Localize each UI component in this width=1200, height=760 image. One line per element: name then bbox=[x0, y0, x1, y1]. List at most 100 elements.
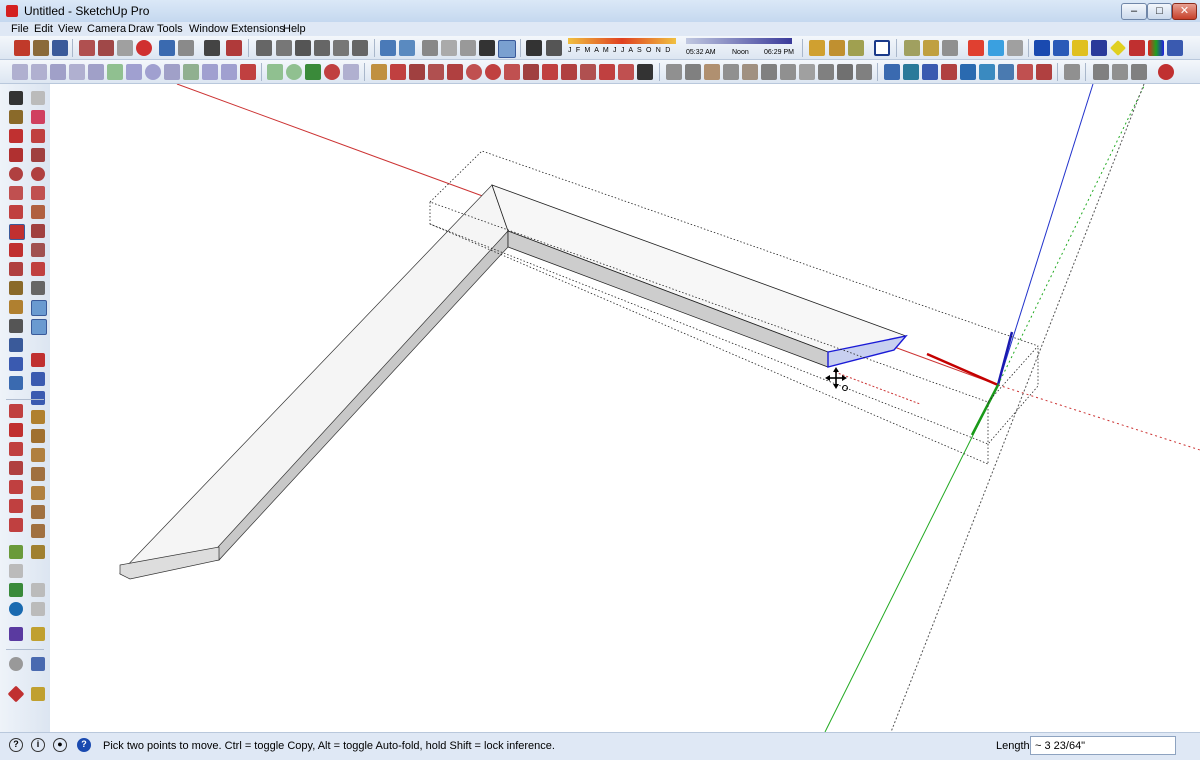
orbit-icon[interactable] bbox=[9, 338, 23, 352]
extension-icon-4[interactable] bbox=[1091, 40, 1107, 56]
circle-tool-icon[interactable] bbox=[9, 167, 23, 181]
menu-extensions[interactable]: Extensions bbox=[231, 22, 285, 36]
shadow-time-slider[interactable] bbox=[686, 38, 792, 44]
arc-icon[interactable] bbox=[107, 64, 123, 80]
pie-icon[interactable] bbox=[31, 205, 45, 219]
xray-icon[interactable] bbox=[380, 40, 396, 56]
iso-view-icon[interactable] bbox=[256, 40, 272, 56]
paint-bucket-icon[interactable] bbox=[9, 110, 23, 124]
rotated-rectangle-icon[interactable] bbox=[31, 148, 45, 162]
sandbox-scratch-icon[interactable] bbox=[31, 545, 45, 559]
component-icon[interactable] bbox=[809, 40, 825, 56]
hidden-line-icon[interactable] bbox=[441, 40, 457, 56]
save-icon[interactable] bbox=[52, 40, 68, 56]
fredo-tool-4-icon[interactable] bbox=[428, 64, 444, 80]
match-photo-icon[interactable] bbox=[31, 524, 45, 538]
group-icon[interactable] bbox=[829, 40, 845, 56]
edge-tool-4-icon[interactable] bbox=[723, 64, 739, 80]
sketchup-app-icon[interactable] bbox=[6, 5, 18, 17]
geo-location-icon[interactable]: ? bbox=[9, 738, 23, 752]
arc-3-icon[interactable] bbox=[202, 64, 218, 80]
smoove-icon[interactable] bbox=[9, 564, 23, 578]
ruby-console-icon[interactable] bbox=[7, 685, 25, 703]
section-plane-icon[interactable] bbox=[31, 410, 45, 424]
fredo-tool-3-icon[interactable] bbox=[409, 64, 425, 80]
menu-edit[interactable]: Edit bbox=[34, 22, 53, 36]
fredo-tool-12-icon[interactable] bbox=[580, 64, 596, 80]
minimize-button[interactable]: – bbox=[1121, 3, 1147, 20]
extension-icon-3[interactable] bbox=[1072, 40, 1088, 56]
fredo-tool-1-icon[interactable] bbox=[371, 64, 387, 80]
tape-measure-icon[interactable] bbox=[9, 281, 23, 295]
pan-icon[interactable] bbox=[9, 357, 23, 371]
layout-icon[interactable] bbox=[874, 40, 890, 56]
move-tool-7-icon[interactable] bbox=[998, 64, 1014, 80]
eraser-icon[interactable] bbox=[31, 110, 45, 124]
section-display-icon[interactable] bbox=[31, 448, 45, 462]
position-camera-icon[interactable] bbox=[9, 442, 23, 456]
fog-icon[interactable] bbox=[546, 40, 562, 56]
sandbox-contours-icon[interactable] bbox=[9, 545, 23, 559]
settings-gear-icon[interactable] bbox=[9, 657, 23, 671]
menu-camera[interactable]: Camera bbox=[87, 22, 126, 36]
component-select-icon[interactable] bbox=[31, 91, 45, 105]
monochrome-icon[interactable] bbox=[498, 40, 516, 58]
print-icon[interactable] bbox=[204, 40, 220, 56]
edge-tool-10-icon[interactable] bbox=[837, 64, 853, 80]
scale-tool-icon[interactable] bbox=[9, 262, 23, 276]
close-button[interactable]: ✕ bbox=[1172, 3, 1197, 20]
credits-icon[interactable]: i bbox=[31, 738, 45, 752]
fredo-tool-6-icon[interactable] bbox=[466, 64, 482, 80]
zoom-window-icon[interactable] bbox=[31, 353, 45, 367]
arc-tool-icon[interactable] bbox=[9, 186, 23, 200]
right-view-icon[interactable] bbox=[314, 40, 330, 56]
solid-trim-icon[interactable] bbox=[1007, 40, 1023, 56]
menu-tools[interactable]: Tools bbox=[157, 22, 183, 36]
axes-tool-icon[interactable] bbox=[9, 319, 23, 333]
shape-icon[interactable] bbox=[343, 64, 359, 80]
line-icon[interactable] bbox=[183, 64, 199, 80]
move-tool-4-icon[interactable] bbox=[941, 64, 957, 80]
move-tool-9-icon[interactable] bbox=[1036, 64, 1052, 80]
fredo-tool-2-icon[interactable] bbox=[390, 64, 406, 80]
rectangle-icon[interactable] bbox=[126, 64, 142, 80]
edge-tool-9-icon[interactable] bbox=[818, 64, 834, 80]
extra-tool-1-icon[interactable] bbox=[1093, 64, 1109, 80]
fredo-tool-13-icon[interactable] bbox=[599, 64, 615, 80]
move-tool-icon[interactable] bbox=[9, 224, 25, 240]
freehand-tool-icon[interactable] bbox=[31, 129, 45, 143]
stamp-icon[interactable] bbox=[923, 40, 939, 56]
extension-icon-2[interactable] bbox=[1053, 40, 1069, 56]
maximize-button[interactable]: □ bbox=[1147, 3, 1172, 20]
fredo-tool-9-icon[interactable] bbox=[523, 64, 539, 80]
erase-icon[interactable] bbox=[136, 40, 152, 56]
offset-tool-icon[interactable] bbox=[31, 262, 45, 276]
drape-tool-icon[interactable] bbox=[31, 583, 45, 597]
pencil-tool-icon[interactable] bbox=[305, 64, 321, 80]
edge-tool-3-icon[interactable] bbox=[704, 64, 720, 80]
edge-tool-7-icon[interactable] bbox=[780, 64, 796, 80]
fredo-tool-5-icon[interactable] bbox=[447, 64, 463, 80]
3d-text-icon[interactable] bbox=[31, 319, 47, 335]
top-view-icon[interactable] bbox=[276, 40, 292, 56]
extra-tool-4-icon[interactable] bbox=[1158, 64, 1174, 80]
extension-icon-5[interactable] bbox=[1110, 40, 1126, 56]
extension-icon-1[interactable] bbox=[1034, 40, 1050, 56]
open-folder-icon[interactable] bbox=[33, 40, 49, 56]
freehand-icon[interactable] bbox=[12, 64, 28, 80]
ellipse-icon[interactable] bbox=[324, 64, 340, 80]
arc-4-icon[interactable] bbox=[221, 64, 237, 80]
move-tool-2-icon[interactable] bbox=[903, 64, 919, 80]
edge-tool-2-icon[interactable] bbox=[685, 64, 701, 80]
long-arm-top-face[interactable] bbox=[119, 184, 509, 574]
front-view-icon[interactable] bbox=[295, 40, 311, 56]
edge-tool-11-icon[interactable] bbox=[856, 64, 872, 80]
measurements-input[interactable] bbox=[1030, 736, 1176, 755]
circle-icon[interactable] bbox=[145, 64, 161, 80]
fredo-tool-14-icon[interactable] bbox=[618, 64, 634, 80]
solid-union-icon[interactable] bbox=[968, 40, 984, 56]
polygon-icon[interactable] bbox=[286, 64, 302, 80]
polygon-tool-icon[interactable] bbox=[31, 167, 45, 181]
arc-5-icon[interactable] bbox=[240, 64, 256, 80]
walk-icon[interactable] bbox=[9, 404, 23, 418]
